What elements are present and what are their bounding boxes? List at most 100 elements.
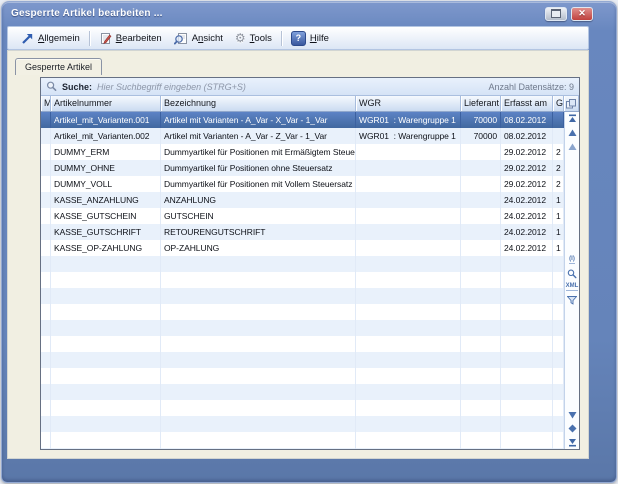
- scroll-down-button[interactable]: [567, 410, 578, 419]
- table-cell-m: [41, 176, 51, 192]
- table-cell-lieferant: [461, 400, 501, 416]
- column-header-wgr[interactable]: WGR: [356, 96, 461, 111]
- table-cell-g: [553, 288, 564, 304]
- table-row[interactable]: KASSE_ANZAHLUNGANZAHLUNG24.02.20121: [41, 192, 564, 208]
- table-cell-m: [41, 160, 51, 176]
- table-row[interactable]: KASSE_OP-ZAHLUNGOP-ZAHLUNG24.02.20121: [41, 240, 564, 256]
- table-cell-artikelnummer: [51, 384, 161, 400]
- grid-search-button[interactable]: [566, 269, 577, 278]
- table-row[interactable]: Artikel_mit_Varianten.001Artikel mit Var…: [41, 112, 564, 128]
- table-cell-erfasst-am: [501, 448, 553, 449]
- table-cell-g: [553, 368, 564, 384]
- table-row[interactable]: DUMMY_OHNEDummyartikel für Positionen oh…: [41, 160, 564, 176]
- table-cell-wgr: [356, 240, 461, 256]
- table-cell-wgr: [356, 160, 461, 176]
- table-cell-erfasst-am: 29.02.2012: [501, 144, 553, 160]
- nav-group-bottom: [567, 410, 578, 447]
- toolbar: Allgemein Bearbeiten Ansicht: [7, 26, 589, 50]
- table-cell-artikelnummer: KASSE_GUTSCHEIN: [51, 208, 161, 224]
- table-cell-m: [41, 144, 51, 160]
- table-cell-g: [553, 304, 564, 320]
- nav-diamond-icon: [568, 424, 577, 433]
- tab-gesperrte-artikel[interactable]: Gesperrte Artikel: [15, 58, 102, 75]
- table-cell-artikelnummer: DUMMY_VOLL: [51, 176, 161, 192]
- table-cell-wgr: [356, 400, 461, 416]
- table-cell-wgr: [356, 432, 461, 448]
- table-cell-erfasst-am: [501, 384, 553, 400]
- table-cell-g: [553, 320, 564, 336]
- toolbar-separator: [281, 31, 282, 46]
- page-up-button[interactable]: [567, 142, 578, 151]
- toolbar-item-hilfe[interactable]: ? Hilfe: [285, 29, 335, 48]
- scroll-last-icon: [568, 438, 577, 447]
- table-cell-artikelnummer: [51, 416, 161, 432]
- table-filler-row: [41, 416, 564, 432]
- table-cell-wgr: [356, 256, 461, 272]
- table-cell-m: [41, 272, 51, 288]
- column-header-lieferant[interactable]: Lieferant: [461, 96, 501, 111]
- table-cell-erfasst-am: [501, 416, 553, 432]
- table-filler-row: [41, 336, 564, 352]
- titlebar: Gesperrte Artikel bearbeiten ... ✕: [2, 2, 616, 25]
- table-cell-lieferant: [461, 272, 501, 288]
- toolbar-item-allgemein[interactable]: Allgemein: [15, 30, 86, 47]
- table-cell-erfasst-am: 08.02.2012: [501, 112, 553, 128]
- table-cell-m: [41, 240, 51, 256]
- table-cell-wgr: [356, 352, 461, 368]
- xml-export-button[interactable]: XML: [566, 283, 579, 291]
- table-cell-m: [41, 304, 51, 320]
- table-cell-artikelnummer: [51, 432, 161, 448]
- table-cell-erfasst-am: [501, 368, 553, 384]
- table-cell-g: [553, 352, 564, 368]
- column-header-g[interactable]: G: [553, 96, 564, 111]
- table-cell-erfasst-am: 29.02.2012: [501, 176, 553, 192]
- table-cell-m: [41, 288, 51, 304]
- toolbar-item-tools[interactable]: ⚙ Tools: [229, 30, 278, 46]
- column-header-m[interactable]: M: [41, 96, 51, 111]
- tab-content-area: Gesperrte Artikel Suche: Hier Suchbegrif…: [7, 50, 589, 459]
- filter-button[interactable]: [566, 296, 577, 305]
- table-cell-erfasst-am: [501, 432, 553, 448]
- toolbar-item-ansicht[interactable]: Ansicht: [168, 30, 229, 47]
- table-cell-lieferant: [461, 192, 501, 208]
- table-cell-wgr: [356, 416, 461, 432]
- gear-icon: ⚙: [235, 32, 246, 44]
- scroll-last-button[interactable]: [567, 438, 578, 447]
- column-header-erfasst-am[interactable]: Erfasst am: [501, 96, 553, 111]
- restore-window-button[interactable]: [545, 7, 567, 21]
- search-icon: [46, 81, 57, 92]
- table-row[interactable]: DUMMY_VOLLDummyartikel für Positionen mi…: [41, 176, 564, 192]
- table-row[interactable]: KASSE_GUTSCHEINGUTSCHEIN24.02.20121: [41, 208, 564, 224]
- screen: Gesperrte Artikel bearbeiten ... ✕ Allge…: [0, 0, 618, 484]
- table-filler-row: [41, 368, 564, 384]
- table-cell-m: [41, 400, 51, 416]
- table-cell-g: 1: [553, 208, 564, 224]
- table-cell-bezeichnung: Dummyartikel für Positionen ohne Steuers…: [161, 160, 356, 176]
- help-icon: ?: [291, 31, 306, 46]
- table-cell-artikelnummer: [51, 368, 161, 384]
- table-cell-g: 1: [553, 192, 564, 208]
- table-cell-artikelnummer: [51, 336, 161, 352]
- scroll-up-button[interactable]: [567, 128, 578, 137]
- nav-diamond-button[interactable]: [567, 424, 578, 433]
- search-input[interactable]: Hier Suchbegriff eingeben (STRG+S): [97, 82, 246, 92]
- table-cell-bezeichnung: [161, 432, 356, 448]
- table-cell-wgr: WGR01 : Warengruppe 1: [356, 128, 461, 144]
- table-cell-m: [41, 320, 51, 336]
- column-header-artikelnummer[interactable]: Artikelnummer: [51, 96, 161, 111]
- column-header-bezeichnung[interactable]: Bezeichnung: [161, 96, 356, 111]
- table-cell-lieferant: [461, 384, 501, 400]
- column-chooser-button[interactable]: [564, 96, 579, 111]
- window-title: Gesperrte Artikel bearbeiten ...: [11, 8, 163, 19]
- grid-search-icon: [567, 269, 577, 279]
- table-filler-row: [41, 288, 564, 304]
- window: Gesperrte Artikel bearbeiten ... ✕ Allge…: [1, 1, 617, 483]
- table-row[interactable]: KASSE_GUTSCHRIFTRETOURENGUTSCHRIFT24.02.…: [41, 224, 564, 240]
- close-button[interactable]: ✕: [571, 7, 593, 21]
- scroll-first-button[interactable]: [567, 114, 578, 123]
- table-row[interactable]: Artikel_mit_Varianten.002Artikel mit Var…: [41, 128, 564, 144]
- table-cell-artikelnummer: KASSE_GUTSCHRIFT: [51, 224, 161, 240]
- table-row[interactable]: DUMMY_ERMDummyartikel für Positionen mit…: [41, 144, 564, 160]
- brackets-info-button[interactable]: (I): [569, 256, 575, 264]
- toolbar-item-bearbeiten[interactable]: Bearbeiten: [93, 30, 168, 47]
